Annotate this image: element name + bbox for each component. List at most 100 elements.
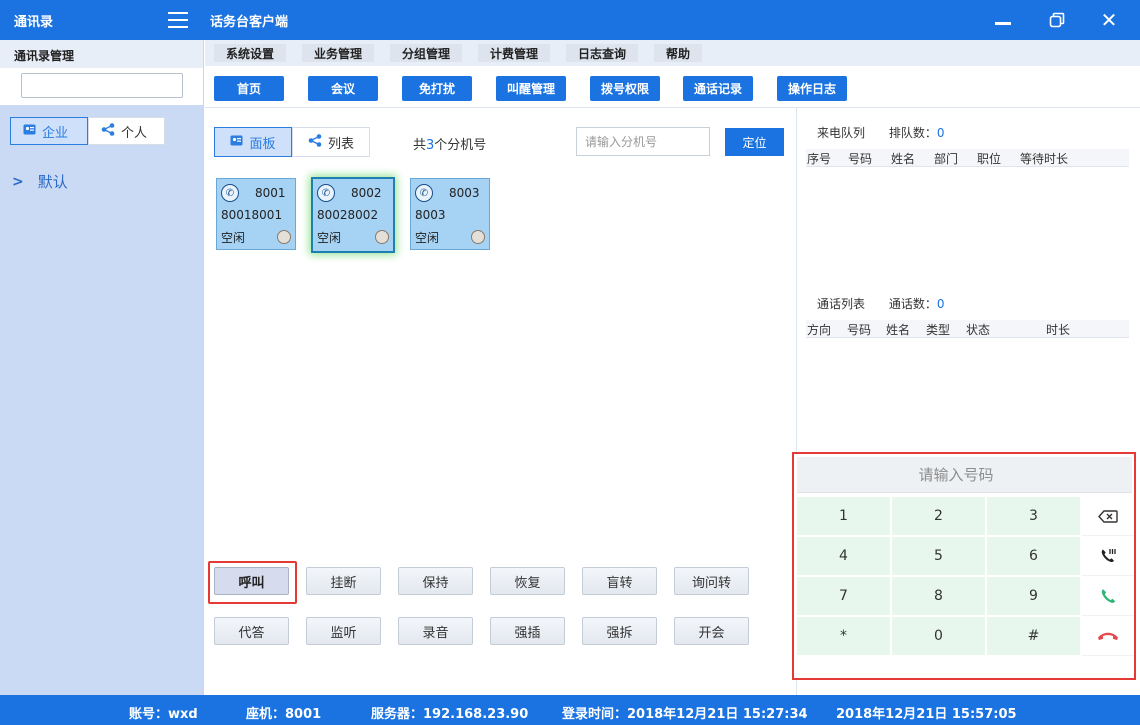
key-8[interactable]: 8 <box>892 577 986 616</box>
force-release-button[interactable]: 强拆 <box>582 617 657 645</box>
key-3[interactable]: 3 <box>987 497 1081 536</box>
extension-search-input[interactable] <box>576 127 710 156</box>
contacts-tabs: 企业 个人 <box>10 117 165 145</box>
contact-card-icon <box>230 135 243 150</box>
key-7[interactable]: 7 <box>797 577 891 616</box>
hold-button[interactable]: 保持 <box>398 567 473 595</box>
home-button[interactable]: 首页 <box>214 76 284 101</box>
queue-count: 0 <box>936 126 945 140</box>
dial-permission-button[interactable]: 拨号权限 <box>590 76 660 101</box>
hangup-icon[interactable] <box>1082 617 1134 656</box>
view-tabs: 面板 列表 <box>214 127 370 157</box>
hangup-button[interactable]: 挂断 <box>306 567 381 595</box>
menu-help[interactable]: 帮助 <box>654 44 703 62</box>
tree-item-label: 默认 <box>37 173 68 191</box>
seat-status: 座机：8001 <box>246 707 322 722</box>
contacts-manage-header: 通讯录管理 <box>0 40 203 68</box>
toolbar: 首页 会议 免打扰 叫醒管理 拨号权限 通话记录 操作日志 <box>205 66 1140 108</box>
current-time-status: 2018年12月21日 15:57:05 <box>836 707 1017 722</box>
window-title: 话务台客户端 <box>210 15 289 30</box>
blind-transfer-button[interactable]: 盲转 <box>582 567 657 595</box>
tab-personal-label: 个人 <box>121 125 148 141</box>
menu-business[interactable]: 业务管理 <box>302 44 375 62</box>
extension-full-number: 80018001 <box>221 208 283 222</box>
barge-in-button[interactable]: 强插 <box>490 617 565 645</box>
close-icon[interactable]: ✕ <box>1096 8 1122 32</box>
menu-bar: 系统设置 业务管理 分组管理 计费管理 日志查询 帮助 <box>205 40 1140 66</box>
extension-card-8003[interactable]: ✆ 8003 8003 空闲 <box>410 178 490 250</box>
start-conference-button[interactable]: 开会 <box>674 617 749 645</box>
chevron-right-icon: > <box>12 173 24 190</box>
key-6[interactable]: 6 <box>987 537 1081 576</box>
extension-status: 空闲 <box>415 230 440 245</box>
conference-button[interactable]: 会议 <box>308 76 378 101</box>
alarm-clock-icon <box>375 230 389 244</box>
server-status: 服务器：192.168.23.90 <box>371 707 529 722</box>
tab-list-label: 列表 <box>327 136 354 152</box>
operation-log-button[interactable]: 操作日志 <box>777 76 847 101</box>
pickup-button[interactable]: 代答 <box>214 617 289 645</box>
dialpad: 1 2 3 4 5 6 7 8 9 * 0 # <box>792 452 1136 680</box>
key-1[interactable]: 1 <box>797 497 891 536</box>
extension-status: 空闲 <box>221 230 246 245</box>
contacts-tree-area: 企业 个人 > 默认 <box>0 105 203 695</box>
wakeup-button[interactable]: 叫醒管理 <box>496 76 566 101</box>
incoming-queue-title: 来电队列 排队数：0 <box>817 126 945 140</box>
consult-transfer-button[interactable]: 询问转 <box>674 567 749 595</box>
tab-enterprise[interactable]: 企业 <box>10 117 88 145</box>
key-9[interactable]: 9 <box>987 577 1081 616</box>
key-5[interactable]: 5 <box>892 537 986 576</box>
call-list-header: 方向 号码 姓名 类型 状态 时长 <box>806 320 1129 338</box>
call-button-highlight <box>208 561 297 604</box>
call-answer-icon[interactable] <box>1082 577 1134 616</box>
menu-icon[interactable] <box>168 12 188 28</box>
tab-enterprise-label: 企业 <box>42 125 69 141</box>
tab-personal[interactable]: 个人 <box>88 117 165 145</box>
tree-item-default[interactable]: > 默认 <box>12 171 68 192</box>
extension-count: 共3个分机号 <box>413 138 487 153</box>
dial-number-input[interactable] <box>797 457 1115 493</box>
call-count: 0 <box>936 297 945 311</box>
menu-group[interactable]: 分组管理 <box>390 44 463 62</box>
restore-icon[interactable] <box>1044 8 1070 32</box>
menu-log-query[interactable]: 日志查询 <box>566 44 639 62</box>
extension-status: 空闲 <box>317 230 342 245</box>
phone-icon: ✆ <box>415 184 433 202</box>
key-4[interactable]: 4 <box>797 537 891 576</box>
key-star[interactable]: * <box>797 617 891 656</box>
extension-number: 8003 <box>449 186 480 200</box>
menu-billing[interactable]: 计费管理 <box>478 44 551 62</box>
resume-button[interactable]: 恢复 <box>490 567 565 595</box>
dnd-button[interactable]: 免打扰 <box>402 76 472 101</box>
locate-button[interactable]: 定位 <box>725 128 784 156</box>
phone-icon: ✆ <box>317 184 335 202</box>
backspace-icon[interactable] <box>1082 497 1134 536</box>
alarm-clock-icon <box>277 230 291 244</box>
extension-card-8001[interactable]: ✆ 8001 80018001 空闲 <box>216 178 296 250</box>
record-button[interactable]: 录音 <box>398 617 473 645</box>
incoming-queue-header: 序号 号码 姓名 部门 职位 等待时长 <box>806 149 1129 167</box>
phone-icon: ✆ <box>221 184 239 202</box>
key-0[interactable]: 0 <box>892 617 986 656</box>
tab-list-view[interactable]: 列表 <box>292 127 370 157</box>
extension-number: 8002 <box>351 186 382 200</box>
call-list-title: 通话列表 通话数：0 <box>817 297 945 311</box>
tab-panel-view[interactable]: 面板 <box>214 127 292 157</box>
call-records-button[interactable]: 通话记录 <box>683 76 753 101</box>
monitor-button[interactable]: 监听 <box>306 617 381 645</box>
contacts-panel: 通讯录管理 企业 个人 > 默认 <box>0 40 204 695</box>
account-status: 账号：wxd <box>129 707 198 722</box>
key-hash[interactable]: # <box>987 617 1081 656</box>
login-time-status: 登录时间：2018年12月21日 15:27:34 <box>562 707 808 722</box>
contacts-title: 通讯录 <box>14 15 54 30</box>
status-bar: 账号：wxd 座机：8001 服务器：192.168.23.90 登录时间：20… <box>0 695 1140 725</box>
minimize-icon[interactable] <box>990 8 1016 32</box>
contacts-search-input[interactable] <box>21 73 183 98</box>
call-transfer-icon[interactable] <box>1082 537 1134 576</box>
extension-full-number: 80028002 <box>317 208 379 222</box>
tab-panel-label: 面板 <box>249 136 276 152</box>
menu-system-settings[interactable]: 系统设置 <box>214 44 287 62</box>
contact-card-icon <box>23 124 36 138</box>
extension-card-8002[interactable]: ✆ 8002 80028002 空闲 <box>311 177 395 253</box>
key-2[interactable]: 2 <box>892 497 986 536</box>
